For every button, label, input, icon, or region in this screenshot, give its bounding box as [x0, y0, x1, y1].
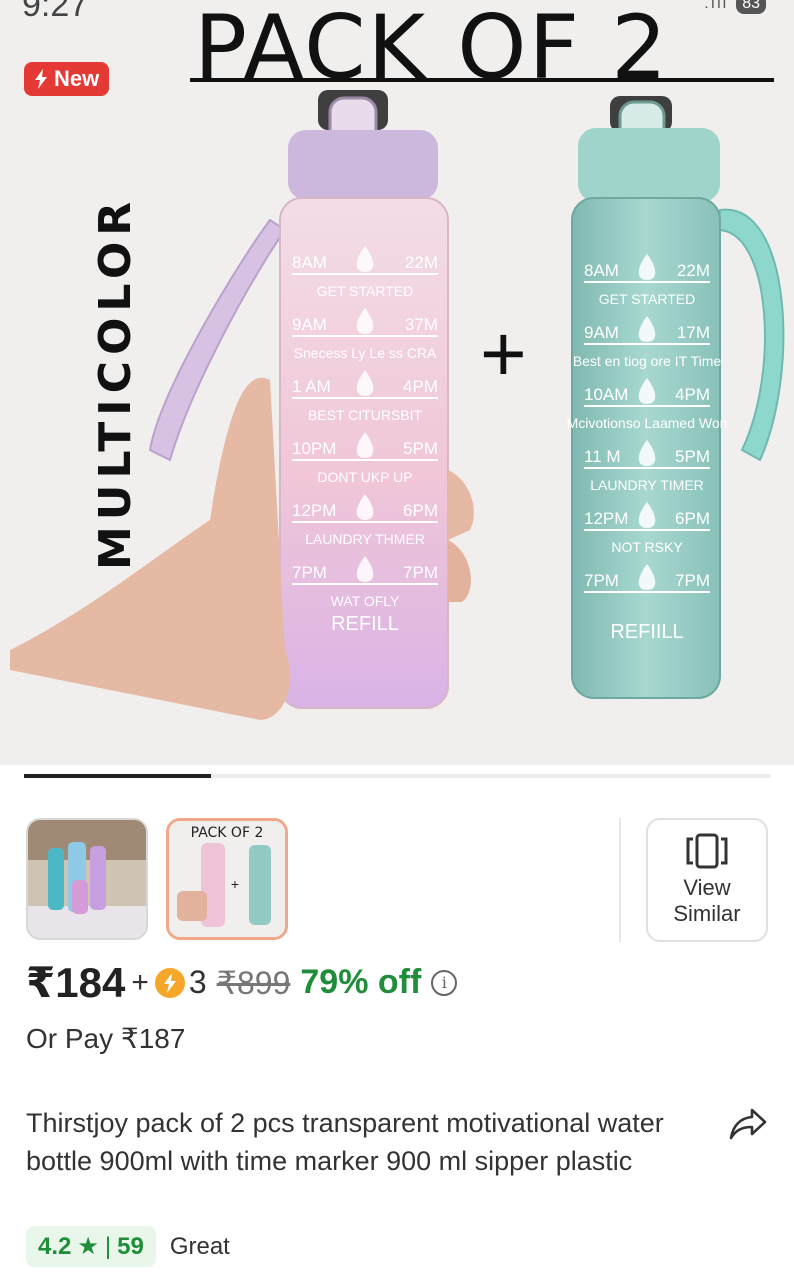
- thumbnail-pack-of-2[interactable]: PACK OF 2 +: [166, 818, 288, 940]
- coin-count: 3: [188, 964, 207, 1000]
- green-time-left: 8AM: [584, 261, 619, 280]
- green-caption: LAUNDRY TIMER: [590, 477, 704, 493]
- pink-caption: GET STARTED: [317, 283, 413, 299]
- green-time-right: 4PM: [675, 385, 710, 404]
- green-caption: NOT RSKY: [611, 539, 683, 555]
- status-time: 9:27: [22, 0, 89, 24]
- signal-icon: .ıll: [704, 0, 729, 12]
- price-row: ₹184 + 3 ₹899 79% off i: [26, 958, 458, 1007]
- green-time-left: 12PM: [584, 509, 628, 528]
- pink-time-right: 5PM: [403, 439, 438, 458]
- carousel-progress-fill: [24, 774, 211, 778]
- price-plus: +: [131, 965, 149, 999]
- coin-icon: [154, 967, 185, 998]
- pink-caption: DONT UKP UP: [317, 469, 412, 485]
- carousel-progress: [24, 774, 770, 778]
- current-price: ₹184: [26, 959, 126, 1006]
- or-pay-price: Or Pay ₹187: [26, 1023, 186, 1054]
- green-refill-label: REFIILL: [610, 621, 683, 643]
- lightning-icon: [35, 69, 47, 89]
- view-similar-line1: View: [683, 875, 731, 900]
- green-caption: Mcivotionso Laamed Won: [567, 415, 728, 431]
- view-similar-button[interactable]: View Similar: [646, 818, 768, 942]
- pink-time-right: 7PM: [403, 563, 438, 582]
- thumbnail-lifestyle[interactable]: [26, 818, 148, 940]
- view-similar-label: View Similar: [673, 875, 740, 927]
- pink-caption: LAUNDRY THMER: [305, 531, 425, 547]
- star-icon: ★: [77, 1233, 99, 1260]
- green-time-right: 22M: [677, 261, 710, 280]
- status-icons: .ıll 83: [704, 0, 766, 14]
- thumbnail-lifestyle-image: [28, 820, 146, 938]
- pink-time-left: 12PM: [292, 501, 336, 520]
- share-icon[interactable]: [728, 1106, 768, 1142]
- green-time-right: 7PM: [675, 571, 710, 590]
- title-underline: [190, 78, 774, 82]
- pink-time-left: 10PM: [292, 439, 336, 458]
- green-time-right: 6PM: [675, 509, 710, 528]
- green-caption: Best en tiog ore IT Time: [573, 353, 722, 369]
- svg-text:+: +: [231, 876, 239, 892]
- rating-badge[interactable]: 4.2 ★ | 59: [26, 1226, 156, 1267]
- pink-caption: BEST CITURSBIT: [308, 407, 423, 423]
- pink-caption: WAT OFLY: [331, 593, 400, 609]
- info-icon[interactable]: i: [431, 969, 458, 996]
- rating-row[interactable]: 4.2 ★ | 59 Great: [26, 1226, 230, 1267]
- pink-refill-label: REFILL: [331, 613, 399, 635]
- discount-label: 79% off: [300, 963, 422, 1001]
- rating-score: 4.2: [38, 1232, 72, 1260]
- new-badge-label: New: [54, 66, 100, 91]
- pink-time-right: 37M: [405, 315, 438, 334]
- view-similar-line2: Similar: [673, 901, 741, 926]
- green-caption: GET STARTED: [599, 291, 695, 307]
- pink-time-left: 1 AM: [292, 377, 331, 396]
- product-title: Thirstjoy pack of 2 pcs transparent moti…: [26, 1108, 664, 1176]
- view-similar-icon: [686, 833, 728, 869]
- pink-time-left: 8AM: [292, 253, 327, 272]
- green-time-left: 9AM: [584, 323, 619, 342]
- green-time-left: 11 M: [584, 447, 621, 466]
- thumbnail-divider: [619, 818, 621, 942]
- pack-title: PACK OF 2: [194, 0, 670, 99]
- green-time-left: 10AM: [584, 385, 628, 404]
- green-time-right: 5PM: [675, 447, 710, 466]
- thumbnail-title: PACK OF 2: [191, 825, 264, 841]
- pink-time-left: 7PM: [292, 563, 327, 582]
- pink-caption: Snecess Ly Le ss CRA: [294, 345, 437, 361]
- green-time-left: 7PM: [584, 571, 619, 590]
- pink-time-right: 6PM: [403, 501, 438, 520]
- pink-time-left: 9AM: [292, 315, 327, 334]
- rating-separator: |: [104, 1232, 112, 1260]
- thumbnail-pack-image: PACK OF 2 +: [169, 821, 285, 937]
- bottles-illustration: 8AM 22M GET STARTED 9AM 37M Snecess Ly Le ss …: [10, 90, 785, 720]
- pink-time-right: 22M: [405, 253, 438, 272]
- plus-sign: +: [480, 309, 527, 398]
- mrp-price: ₹899: [216, 964, 291, 1001]
- product-image-hero[interactable]: 9:27 .ıll 83 PACK OF 2 New MULTICOLOR 8A…: [0, 0, 794, 765]
- battery-icon: 83: [736, 0, 766, 14]
- pink-time-right: 4PM: [403, 377, 438, 396]
- rating-label: Great: [169, 1232, 230, 1260]
- rating-count: 59: [117, 1232, 144, 1260]
- green-time-right: 17M: [677, 323, 710, 342]
